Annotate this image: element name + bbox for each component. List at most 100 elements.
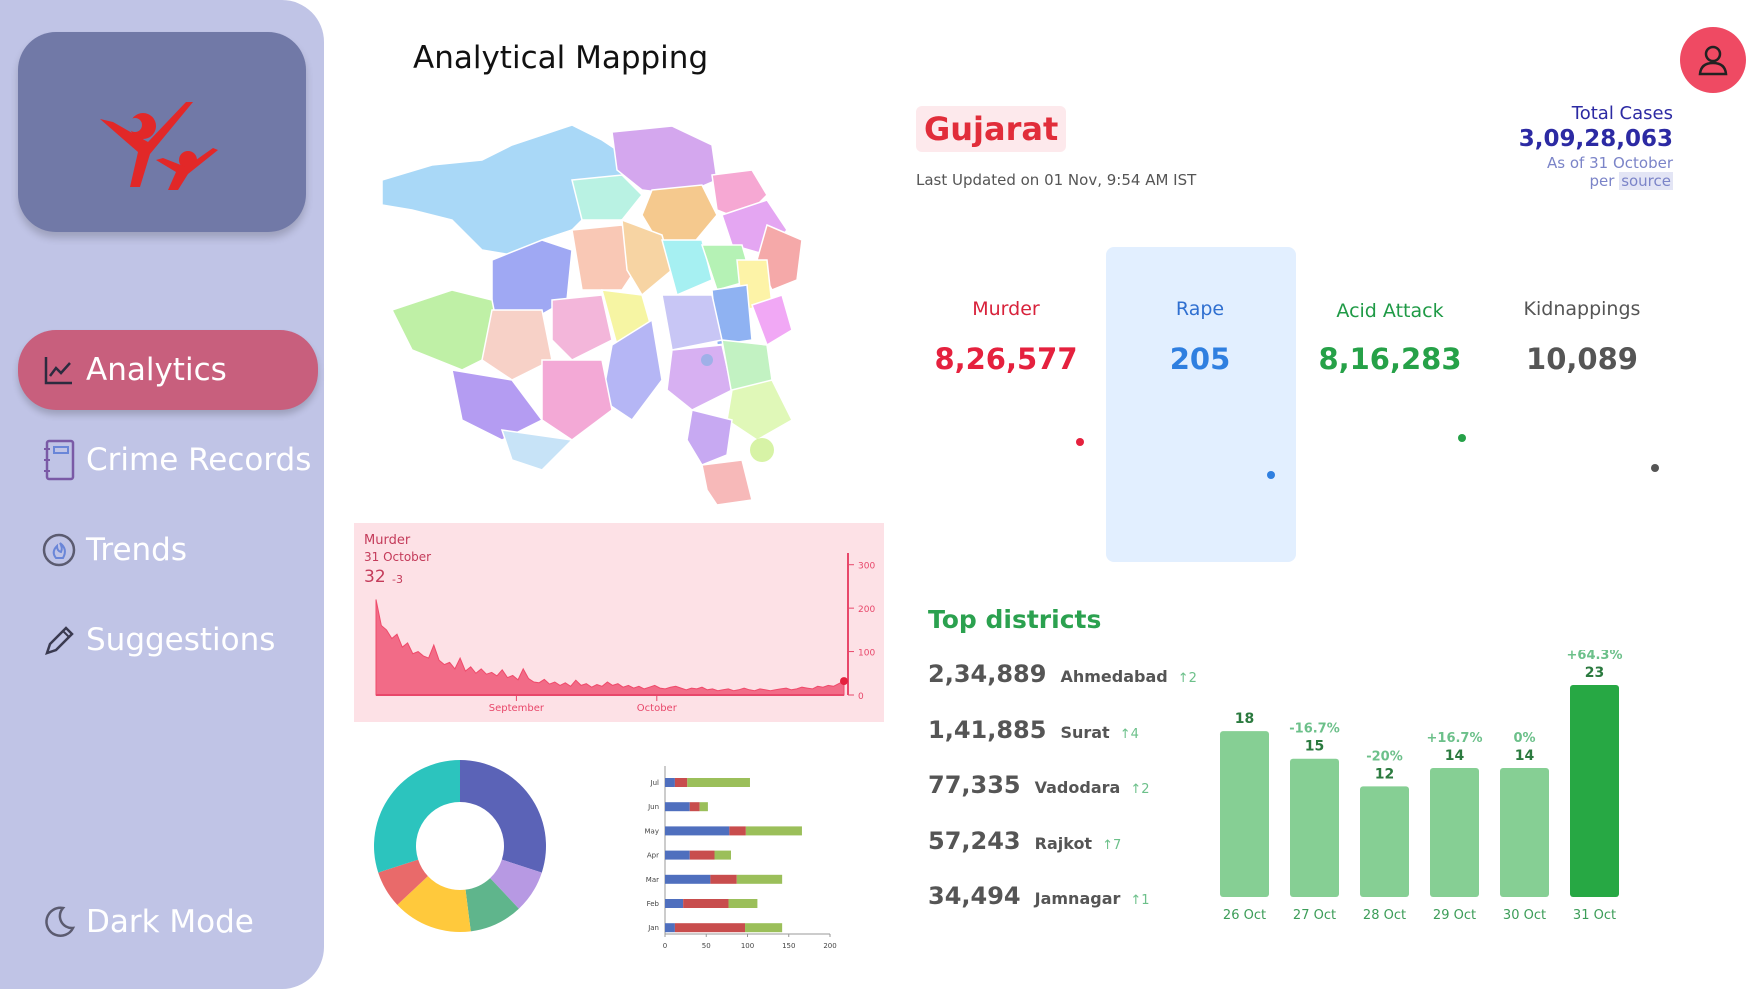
- hbar-x-tick-label: 50: [702, 942, 711, 950]
- district-delta: ↑4: [1119, 727, 1139, 742]
- hbar-segment: [729, 826, 746, 836]
- district-value: 77,335: [928, 771, 1021, 799]
- nav-item-analytics[interactable]: Analytics: [18, 330, 318, 410]
- district-name: Jamnagar: [1034, 889, 1121, 908]
- logo-card[interactable]: [18, 32, 306, 232]
- rape-sparkline-dot: [1267, 471, 1275, 479]
- stat-acid-attack[interactable]: Acid Attack 8,16,283: [1296, 300, 1484, 376]
- user-icon: [1698, 45, 1728, 76]
- mini-chart-area: [375, 599, 845, 696]
- source-link[interactable]: source: [1619, 172, 1673, 190]
- district-value: 34,494: [928, 882, 1021, 910]
- hbar-segment: [714, 850, 731, 860]
- daily-bar: [1500, 767, 1549, 897]
- total-source-line: per source: [1519, 172, 1673, 190]
- district-name: Ahmedabad: [1060, 667, 1168, 686]
- top-districts-title: Top districts: [928, 605, 1102, 634]
- daily-bar-label: 26 Oct: [1223, 908, 1266, 923]
- district-delta: ↑2: [1177, 671, 1197, 686]
- mini-chart-y-tick-label: 200: [858, 605, 875, 615]
- stat-rape[interactable]: Rape 205: [1106, 298, 1294, 376]
- district-row[interactable]: 77,335 Vadodara ↑2: [928, 771, 1149, 799]
- nav-label: Trends: [86, 532, 187, 568]
- stat-murder[interactable]: Murder 8,26,577: [912, 298, 1100, 376]
- hbar-segment: [674, 923, 746, 933]
- hbar-segment: [689, 802, 700, 812]
- pencil-icon: [38, 619, 80, 661]
- daily-bar: [1430, 767, 1479, 897]
- nav-label: Crime Records: [86, 442, 312, 478]
- profile-button[interactable]: [1680, 27, 1746, 93]
- stat-label: Kidnappings: [1523, 298, 1641, 320]
- hbar-segment: [687, 778, 750, 787]
- stat-card-rape-highlight[interactable]: [1106, 247, 1296, 562]
- daily-bar-value: 15: [1305, 739, 1324, 755]
- total-cases-box: Total Cases 3,09,28,063 As of 31 October…: [1519, 103, 1673, 190]
- daily-bar-change: +16.7%: [1427, 731, 1483, 746]
- stat-value: 10,089: [1526, 342, 1638, 376]
- hbar-x-tick-label: 150: [782, 942, 795, 950]
- daily-bar: [1220, 731, 1269, 897]
- district-row[interactable]: 34,494 Jamnagar ↑1: [928, 882, 1150, 910]
- hbar-segment: [665, 874, 711, 884]
- state-name: Gujarat: [924, 110, 1059, 148]
- district-value: 57,243: [928, 827, 1021, 855]
- stat-value: 8,26,577: [934, 342, 1078, 376]
- hbar-segment: [745, 826, 802, 836]
- district-row[interactable]: 57,243 Rajkot ↑7: [928, 827, 1121, 855]
- district-row[interactable]: 2,34,889 Ahmedabad ↑2: [928, 660, 1197, 688]
- nav-item-crime-records[interactable]: Crime Records: [18, 420, 318, 500]
- district-row[interactable]: 1,41,885 Surat ↑4: [928, 716, 1139, 744]
- daily-bar: [1570, 685, 1619, 897]
- district-name: Vadodara: [1034, 778, 1121, 797]
- hbar-segment: [665, 802, 690, 812]
- district-value: 2,34,889: [928, 660, 1047, 688]
- district-delta: ↑1: [1130, 893, 1150, 908]
- hbar-segment: [728, 899, 758, 908]
- stat-kidnappings[interactable]: Kidnappings 10,089: [1488, 298, 1676, 376]
- hbar-segment: [683, 899, 729, 908]
- district-value: 1,41,885: [928, 716, 1047, 744]
- dark-mode-toggle[interactable]: Dark Mode: [18, 882, 318, 962]
- total-cases-label: Total Cases: [1571, 103, 1673, 124]
- per-label: per: [1589, 172, 1615, 190]
- mini-chart-x-tick-label: October: [637, 703, 678, 714]
- category-donut-chart[interactable]: [372, 758, 548, 934]
- notebook-icon: [38, 439, 80, 481]
- acid-sparkline-dot: [1458, 434, 1466, 442]
- hbar-segment: [689, 850, 715, 860]
- daily-bar-label: 27 Oct: [1293, 908, 1336, 923]
- daily-bar-label: 30 Oct: [1503, 908, 1546, 923]
- hbar-segment: [710, 874, 737, 884]
- monthly-stacked-bar-chart[interactable]: Jul Jun May Apr Mar Feb Jan 0 50 100 150 200: [635, 762, 880, 962]
- mini-chart-y-tick-label: 100: [858, 649, 875, 659]
- hbar-segment: [699, 802, 708, 812]
- donut-slice: [460, 760, 546, 873]
- gujarat-map[interactable]: [372, 120, 872, 510]
- hbar-category-label: Mar: [646, 876, 659, 884]
- state-chip: Gujarat: [916, 106, 1067, 152]
- daily-bar-label: 28 Oct: [1363, 908, 1406, 923]
- daily-bar-value: 12: [1375, 766, 1394, 782]
- hbar-category-label: Apr: [647, 852, 659, 860]
- daily-bar-change: +64.3%: [1567, 650, 1623, 663]
- stat-value: 205: [1169, 342, 1231, 376]
- stat-value: 8,16,283: [1318, 342, 1462, 376]
- murder-trend-chart[interactable]: Murder 31 October 32 -3 0 100 200 300 Septem…: [354, 523, 884, 722]
- daily-bar-label: 29 Oct: [1433, 908, 1476, 923]
- nav-label: Suggestions: [86, 622, 276, 658]
- kidnappings-sparkline-dot: [1651, 464, 1659, 472]
- page-title: Analytical Mapping: [413, 40, 709, 76]
- hbar-x-tick-label: 100: [741, 942, 754, 950]
- hbar-category-label: Jul: [650, 779, 660, 787]
- dark-mode-label: Dark Mode: [86, 904, 254, 940]
- nav-item-trends[interactable]: Trends: [18, 510, 318, 590]
- last-updated: Last Updated on 01 Nov, 9:54 AM IST: [916, 171, 1197, 189]
- hbar-segment: [745, 923, 783, 933]
- hbar-category-label: May: [645, 827, 659, 835]
- hbar-x-tick-label: 0: [663, 942, 667, 950]
- nav-item-suggestions[interactable]: Suggestions: [18, 600, 318, 680]
- daily-cases-bar-chart[interactable]: 18 26 Oct 15 -16.7% 27 Oct 12 -20% 28 Oct 14 +16.…: [1210, 650, 1650, 940]
- mini-chart-y-tick-label: 300: [858, 562, 875, 572]
- mini-chart-plot: 0 100 200 300 September October: [375, 553, 875, 714]
